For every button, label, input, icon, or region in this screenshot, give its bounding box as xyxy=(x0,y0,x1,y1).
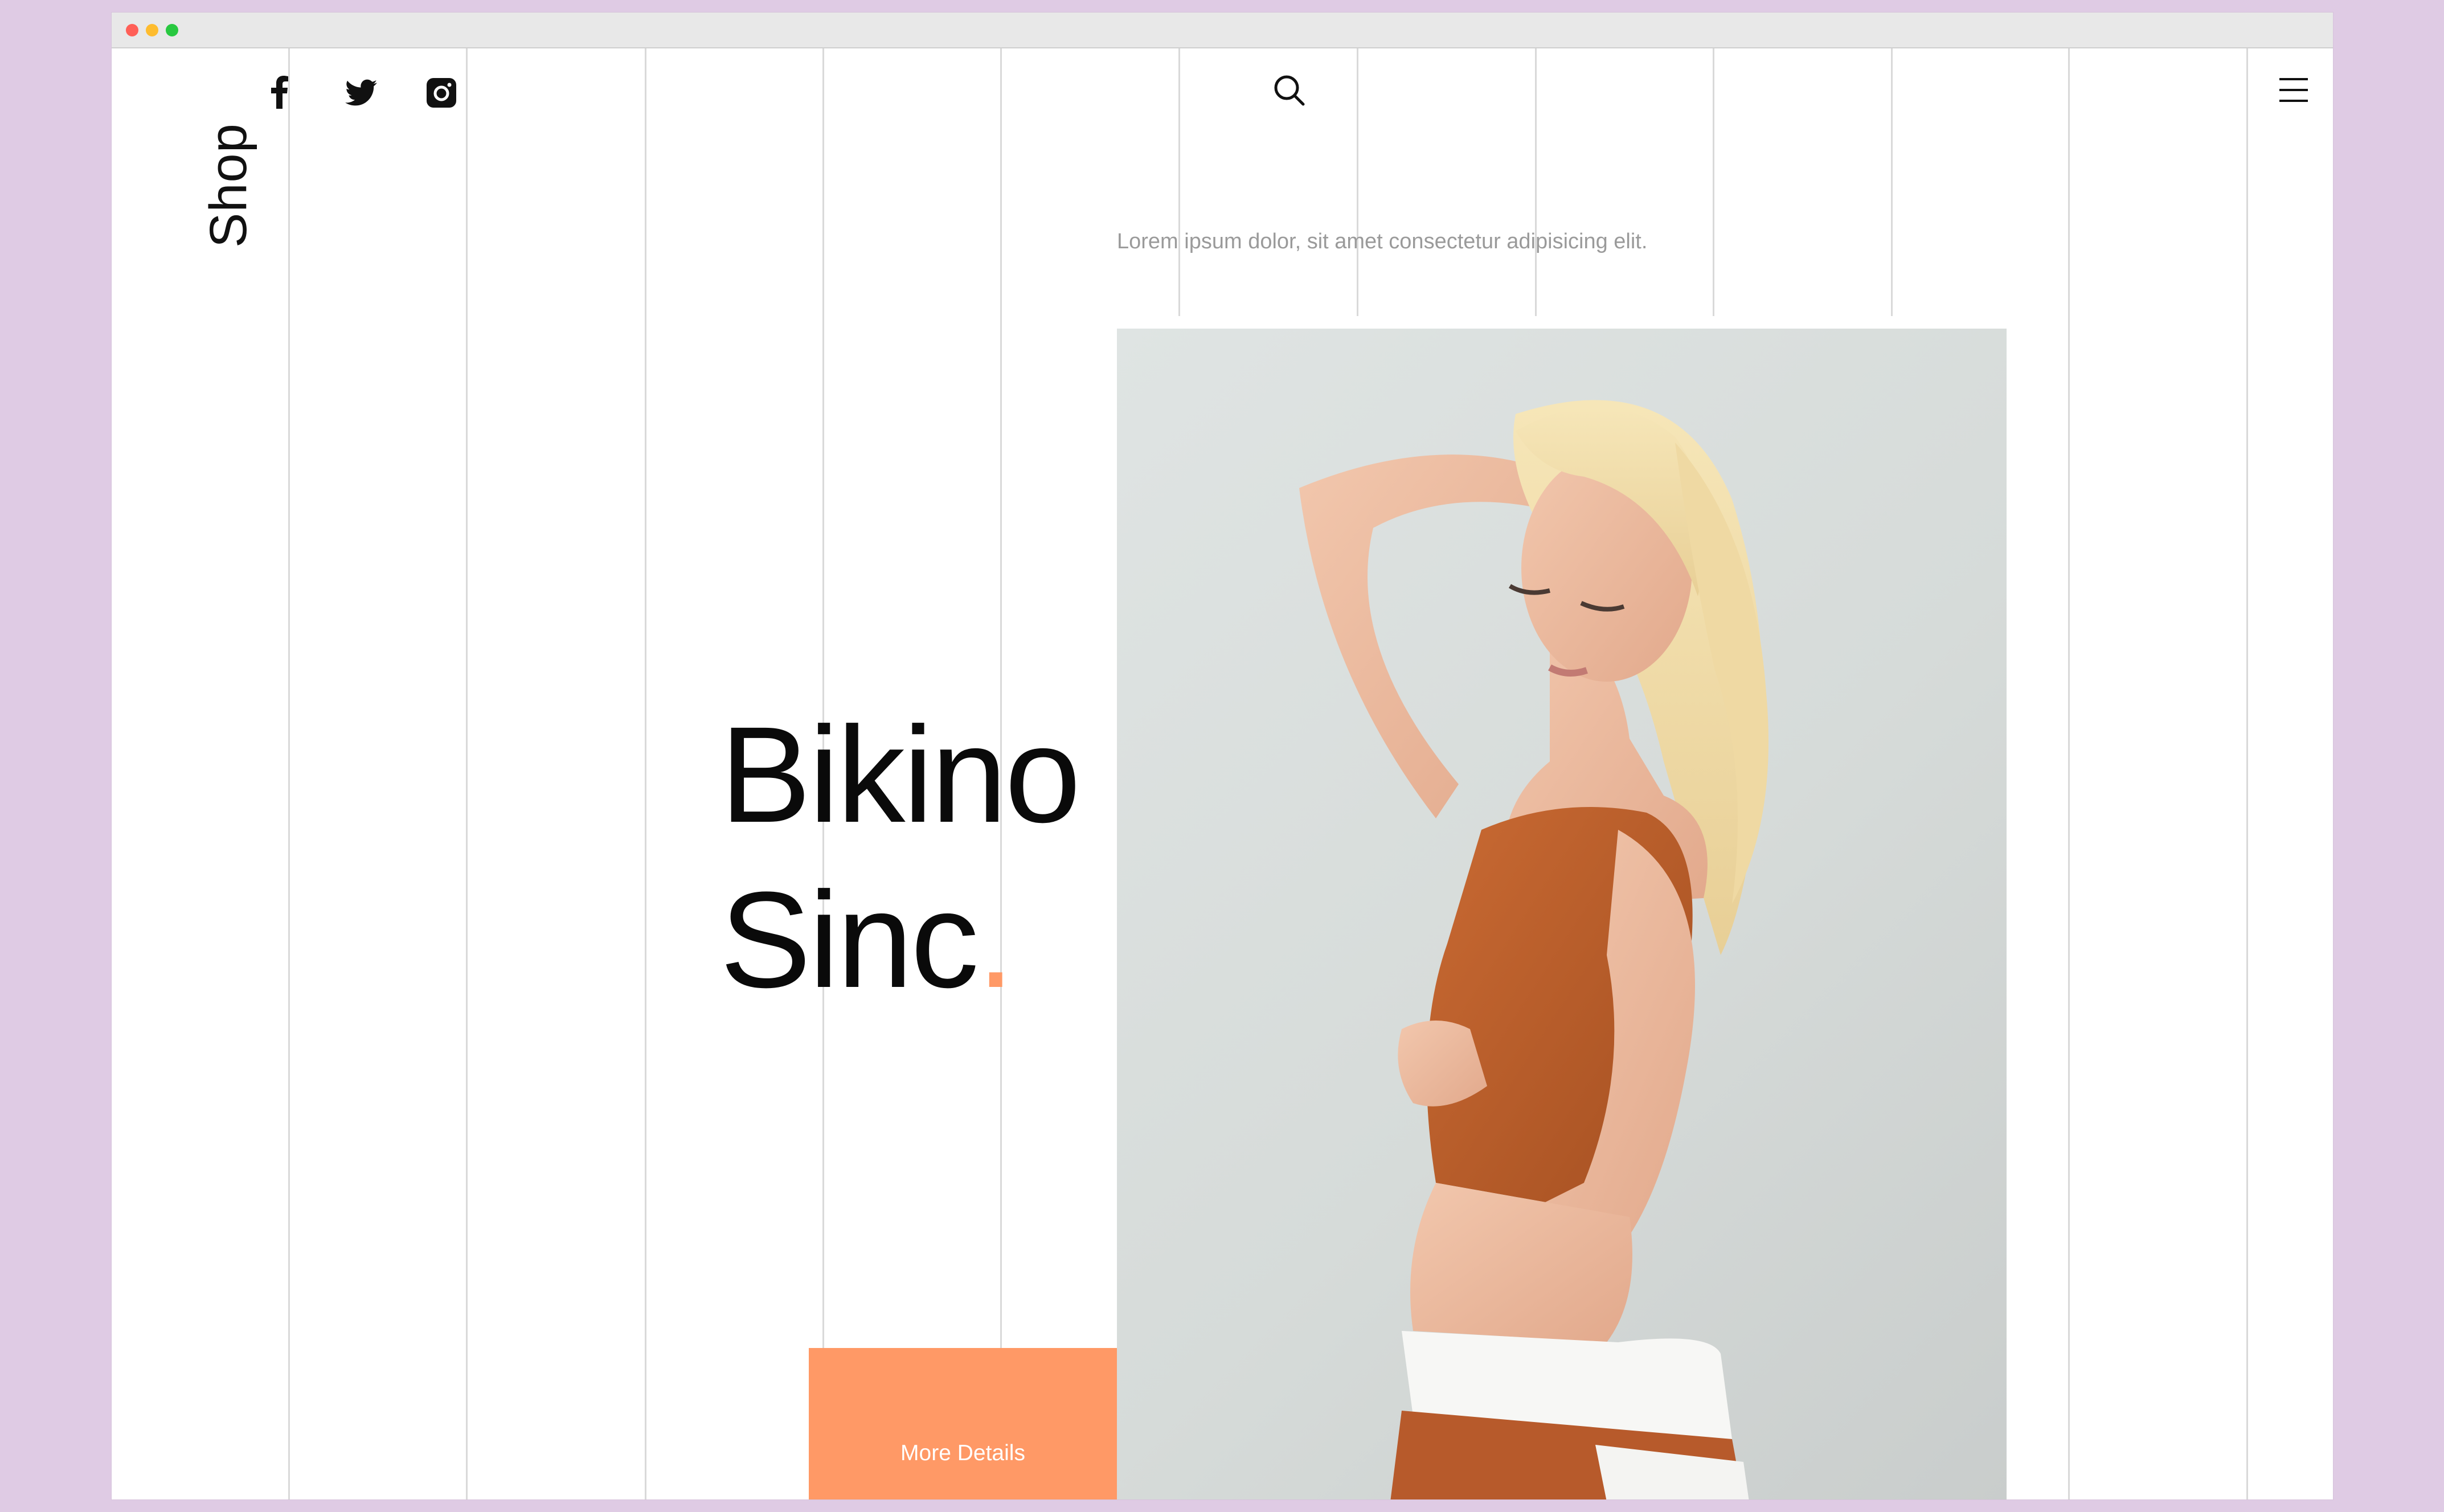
page-content: Shop Lorem ipsum dolor, sit amet consect… xyxy=(112,48,2333,1499)
grid-line xyxy=(1535,48,1537,316)
grid-line xyxy=(1178,48,1180,316)
grid-line xyxy=(1713,48,1714,316)
grid-line xyxy=(2246,48,2248,1499)
more-details-label: More Details xyxy=(900,1441,1025,1465)
twitter-icon[interactable] xyxy=(345,76,377,110)
hero-title-word: Sinc xyxy=(720,863,979,1016)
hero-title-line-1: Bikino xyxy=(720,698,1081,851)
grid-line xyxy=(288,48,290,1499)
zoom-window-button[interactable] xyxy=(166,24,178,36)
hero-model-image xyxy=(1117,329,2007,1499)
facebook-icon[interactable] xyxy=(271,76,288,110)
hero-title-line-2: Sinc. xyxy=(720,857,1079,1022)
hamburger-menu-icon[interactable] xyxy=(2279,77,2314,109)
grid-line xyxy=(645,48,646,1499)
search-icon[interactable] xyxy=(1272,73,1312,113)
instagram-icon[interactable] xyxy=(427,76,456,110)
browser-window: Shop Lorem ipsum dolor, sit amet consect… xyxy=(112,13,2333,1499)
accent-dot: . xyxy=(976,863,1015,1016)
grid-line xyxy=(1357,48,1358,316)
minimize-window-button[interactable] xyxy=(146,24,158,36)
grid-line xyxy=(466,48,468,1499)
more-details-button[interactable]: More Details xyxy=(809,1348,1117,1499)
close-window-button[interactable] xyxy=(126,24,138,36)
hero-tagline: Lorem ipsum dolor, sit amet consectetur … xyxy=(1117,230,1648,253)
hero-title: Bikino Sinc. xyxy=(720,692,1081,1022)
grid-line xyxy=(1891,48,1893,316)
window-titlebar xyxy=(112,13,2333,48)
grid-line xyxy=(2068,48,2070,1499)
brand-logo[interactable]: Shop xyxy=(199,111,257,248)
